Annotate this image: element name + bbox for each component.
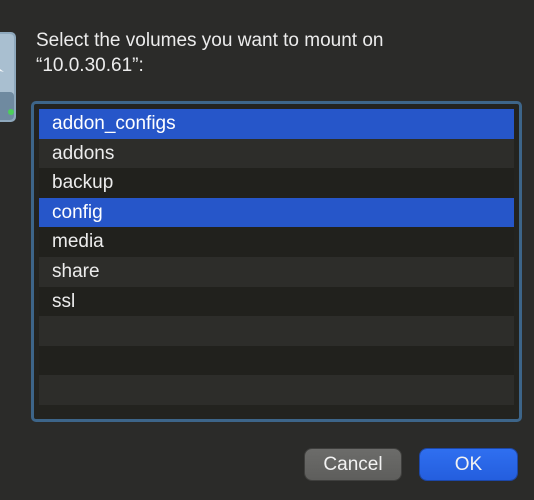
cancel-button[interactable]: Cancel: [305, 449, 401, 480]
ok-button[interactable]: OK: [420, 449, 517, 480]
volume-item[interactable]: share: [39, 256, 514, 287]
empty-row: [39, 375, 514, 405]
prompt-line-1: Select the volumes you want to mount on: [36, 30, 384, 51]
volume-item[interactable]: ssl: [39, 286, 514, 317]
empty-row: [39, 345, 514, 376]
prompt-line-2: “10.0.30.61”:: [36, 55, 144, 76]
dialog-prompt: Select the volumes you want to mount on …: [36, 28, 506, 78]
empty-row: [39, 316, 514, 346]
volume-item[interactable]: backup: [39, 168, 514, 198]
volume-item[interactable]: addons: [39, 138, 514, 169]
volume-list-frame: addon_configs addons backup config media shar…: [31, 101, 522, 422]
network-drive-icon: [0, 32, 16, 122]
volume-item[interactable]: media: [39, 227, 514, 257]
volume-item[interactable]: addon_configs: [39, 109, 514, 139]
volume-list[interactable]: addon_configs addons backup config media shar…: [39, 109, 514, 414]
volume-item[interactable]: config: [39, 197, 514, 228]
